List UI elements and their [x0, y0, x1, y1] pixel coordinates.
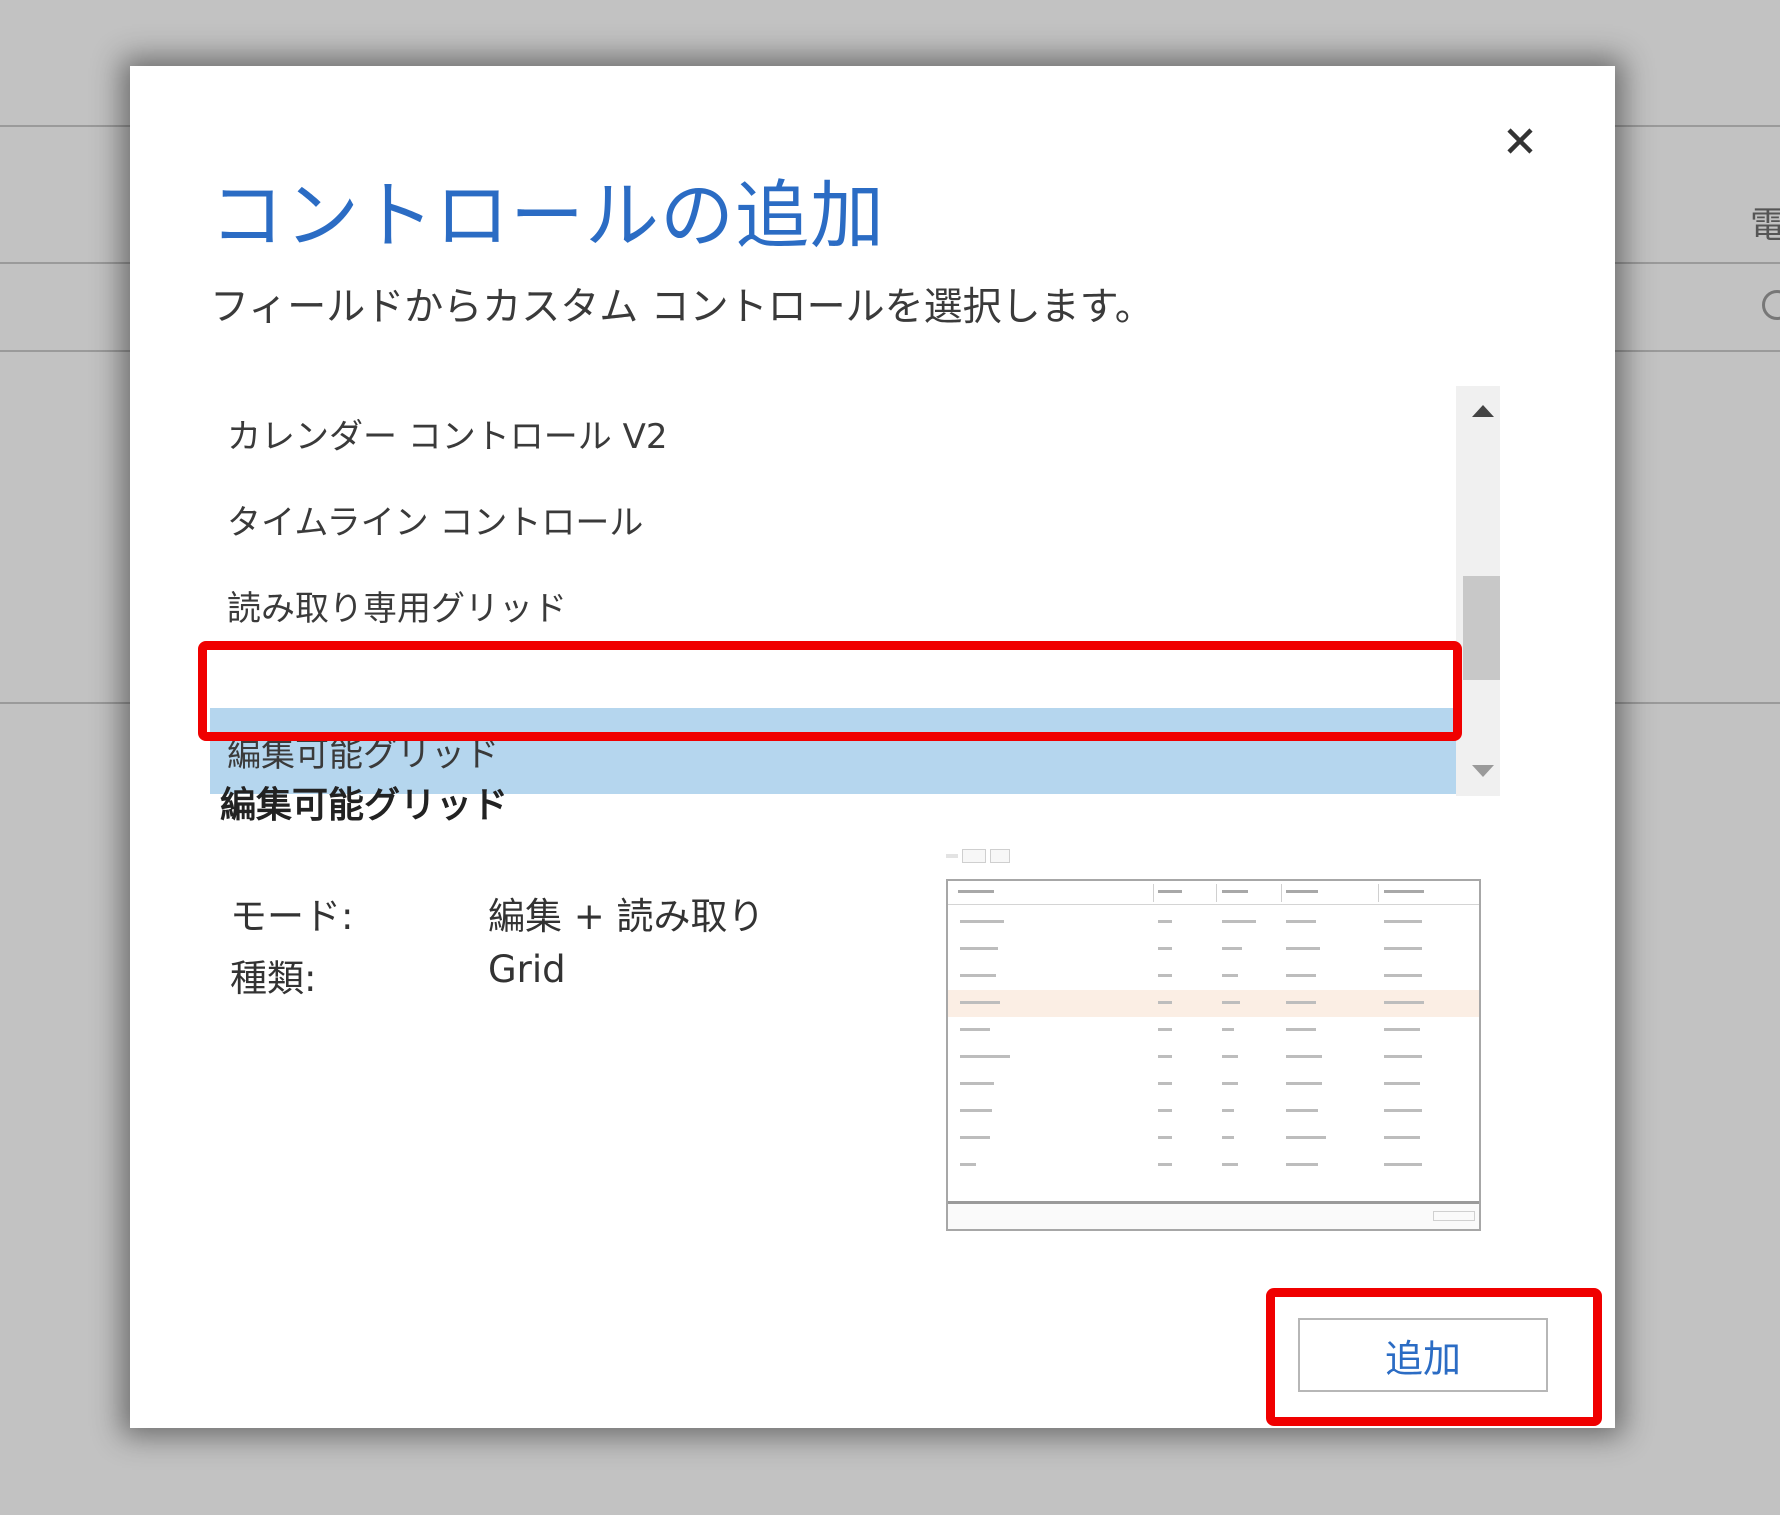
preview-grid — [946, 879, 1481, 1231]
preview-grid-header — [948, 881, 1479, 905]
list-item-label: 読み取り専用グリッド — [227, 588, 567, 629]
mode-label: モード: — [230, 895, 354, 938]
add-control-dialog: コントロールの追加 フィールドからカスタム コントロールを選択します。 カレンダ… — [130, 66, 1615, 1428]
list-item-label: カレンダー コントロール V2 — [227, 416, 668, 457]
list-scrollbar[interactable] — [1456, 386, 1500, 796]
add-button[interactable]: 追加 — [1298, 1318, 1548, 1392]
control-list: カレンダー コントロール V2 タイムライン コントロール 読み取り専用グリッド… — [210, 386, 1500, 796]
caret-down-icon — [1472, 765, 1494, 777]
background-edge-text: 電 — [1750, 205, 1780, 246]
close-button[interactable] — [1495, 116, 1545, 166]
preview-grid-footer — [948, 1201, 1479, 1229]
close-icon — [1507, 128, 1533, 154]
add-button-label: 追加 — [1384, 1336, 1461, 1381]
list-item-timeline-control[interactable]: タイムライン コントロール — [210, 476, 1456, 562]
dialog-subtitle: フィールドからカスタム コントロールを選択します。 — [210, 285, 1154, 330]
type-value: Grid — [488, 948, 566, 991]
list-item-calendar-control-v2[interactable]: カレンダー コントロール V2 — [210, 390, 1456, 476]
mode-value: 編集 + 読み取り — [488, 895, 765, 938]
list-item-label: 編集可能グリッド — [227, 734, 499, 775]
list-item-label: タイムライン コントロール — [227, 502, 644, 543]
dialog-title: コントロールの追加 — [210, 173, 885, 259]
scroll-thumb[interactable] — [1463, 576, 1500, 680]
background-radio-icon — [1762, 290, 1780, 320]
editable-grid-preview — [946, 846, 1481, 1231]
caret-up-icon — [1472, 405, 1494, 417]
preview-toolbar — [946, 846, 1016, 866]
detail-heading: 編集可能グリッド — [220, 785, 509, 826]
scroll-down-button[interactable] — [1456, 746, 1500, 796]
list-item-read-only-grid[interactable]: 読み取り専用グリッド — [210, 562, 1456, 648]
scroll-up-button[interactable] — [1456, 386, 1500, 436]
type-label: 種類: — [230, 957, 317, 1000]
